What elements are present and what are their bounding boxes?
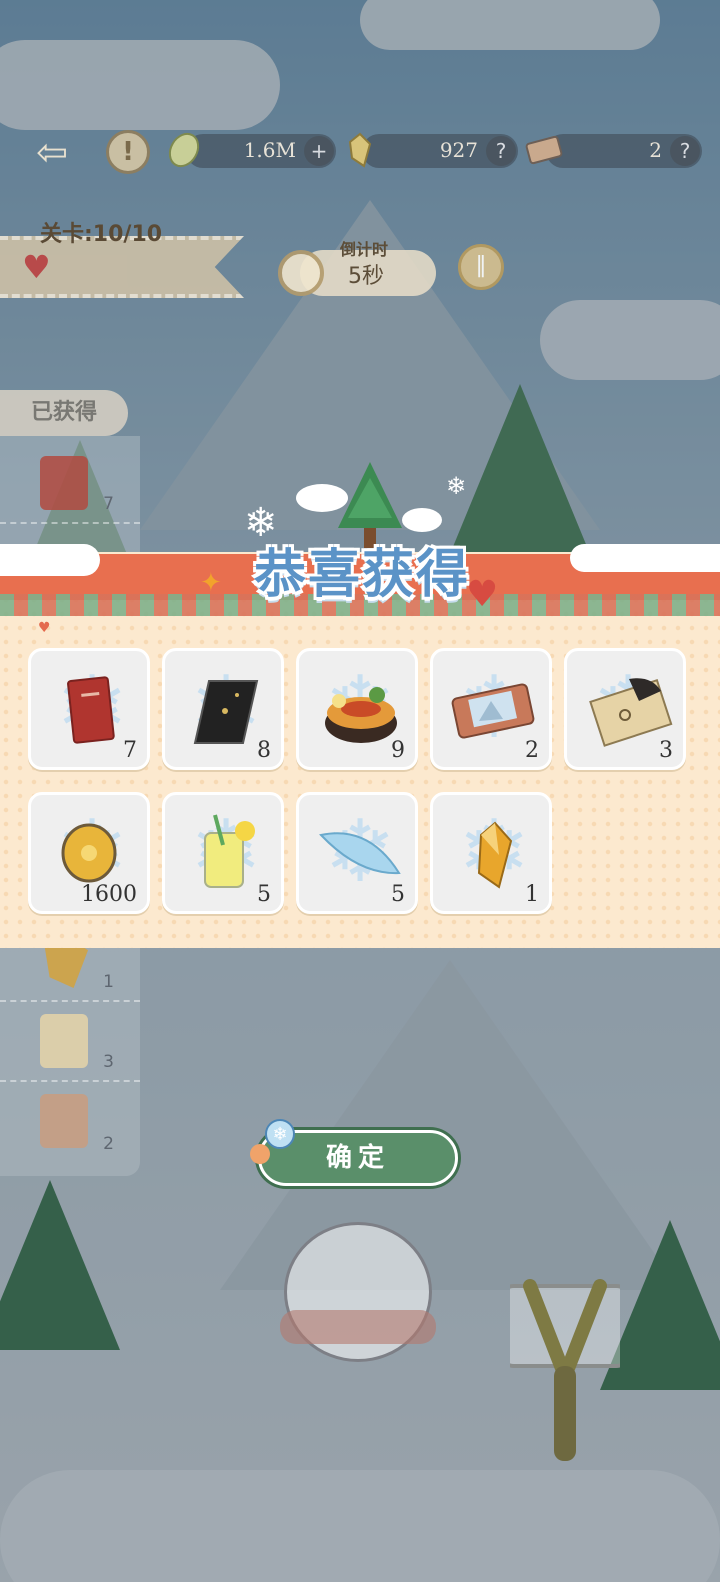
reward-count: 1	[525, 882, 539, 907]
ticket-icon	[525, 135, 563, 165]
resource-value: 927	[439, 138, 478, 162]
alert-icon[interactable]: !	[106, 130, 150, 174]
list-item: 3	[0, 1004, 140, 1082]
timer-title: 倒计时	[340, 240, 389, 259]
reward-card[interactable]: ❄ 7	[28, 648, 150, 770]
resource-ticket: 2 ?	[525, 134, 702, 168]
reward-count: 2	[525, 738, 539, 763]
timer-value: 5秒	[348, 264, 384, 289]
top-hud: ⇦ ! 1.6M + 927 ? 2 ?	[0, 128, 720, 176]
collected-title: 已获得	[0, 390, 128, 436]
reward-card[interactable]: ❄ 1600	[28, 792, 150, 914]
add-resource-button[interactable]: +	[304, 136, 334, 166]
snowflake-flower-icon: ❄	[250, 1119, 295, 1164]
reward-count: 9	[391, 738, 405, 763]
reward-card[interactable]: ❄ 9	[296, 648, 418, 770]
list-item: 2	[0, 1084, 140, 1162]
pause-button[interactable]: ‖	[458, 244, 504, 290]
snow-cap	[0, 544, 100, 576]
list-item: 7	[0, 446, 140, 524]
reward-card[interactable]: ❄ 8	[162, 648, 284, 770]
reward-card[interactable]: ❄ 5	[296, 792, 418, 914]
item-count: 3	[103, 1052, 114, 1072]
slingshot-icon	[510, 1279, 620, 1461]
leaf-coin-icon	[168, 132, 200, 168]
note-card-icon	[40, 1014, 88, 1068]
crystal-icon	[348, 132, 372, 168]
reward-count: 5	[257, 882, 271, 907]
help-button[interactable]: ?	[670, 136, 700, 166]
reward-card[interactable]: ❄ 3	[564, 648, 686, 770]
resource-value: 2	[649, 138, 662, 162]
reward-count: 3	[659, 738, 673, 763]
reward-grid: ❄ 7 ❄ 8 ❄ 9 ❄ 2 ❄	[28, 648, 692, 918]
item-count: 7	[103, 494, 114, 514]
character-scarf	[280, 1310, 436, 1344]
back-arrow-icon[interactable]: ⇦	[22, 130, 82, 174]
reward-count: 8	[257, 738, 271, 763]
reward-count: 1600	[81, 882, 137, 907]
resource-crystal: 927 ?	[348, 132, 518, 168]
reward-card[interactable]: ❄ 2	[430, 648, 552, 770]
star-icon: ✦	[200, 568, 222, 598]
snow-cap	[570, 544, 720, 572]
mitten-heart-icon: ♥	[466, 574, 499, 615]
reward-count: 5	[391, 882, 405, 907]
item-count: 1	[103, 972, 114, 992]
item-count: 2	[103, 1134, 114, 1154]
reward-card[interactable]: ❄ 1	[430, 792, 552, 914]
reward-card[interactable]: ❄ 5	[162, 792, 284, 914]
reward-count: 7	[123, 738, 137, 763]
red-book-icon	[40, 456, 88, 510]
resource-leaf-coin: 1.6M +	[168, 132, 336, 168]
snowflake-icon: ❄	[446, 472, 467, 500]
level-label: 关卡:10/10	[40, 222, 163, 247]
heart-icon: ♥	[38, 620, 51, 636]
resource-value: 1.6M	[243, 138, 296, 162]
heart-icon: ♥	[22, 248, 51, 286]
svg-text:❄: ❄	[272, 1124, 287, 1145]
stopwatch-icon	[278, 250, 324, 296]
help-button[interactable]: ?	[486, 136, 516, 166]
ticket-icon	[40, 1094, 88, 1148]
